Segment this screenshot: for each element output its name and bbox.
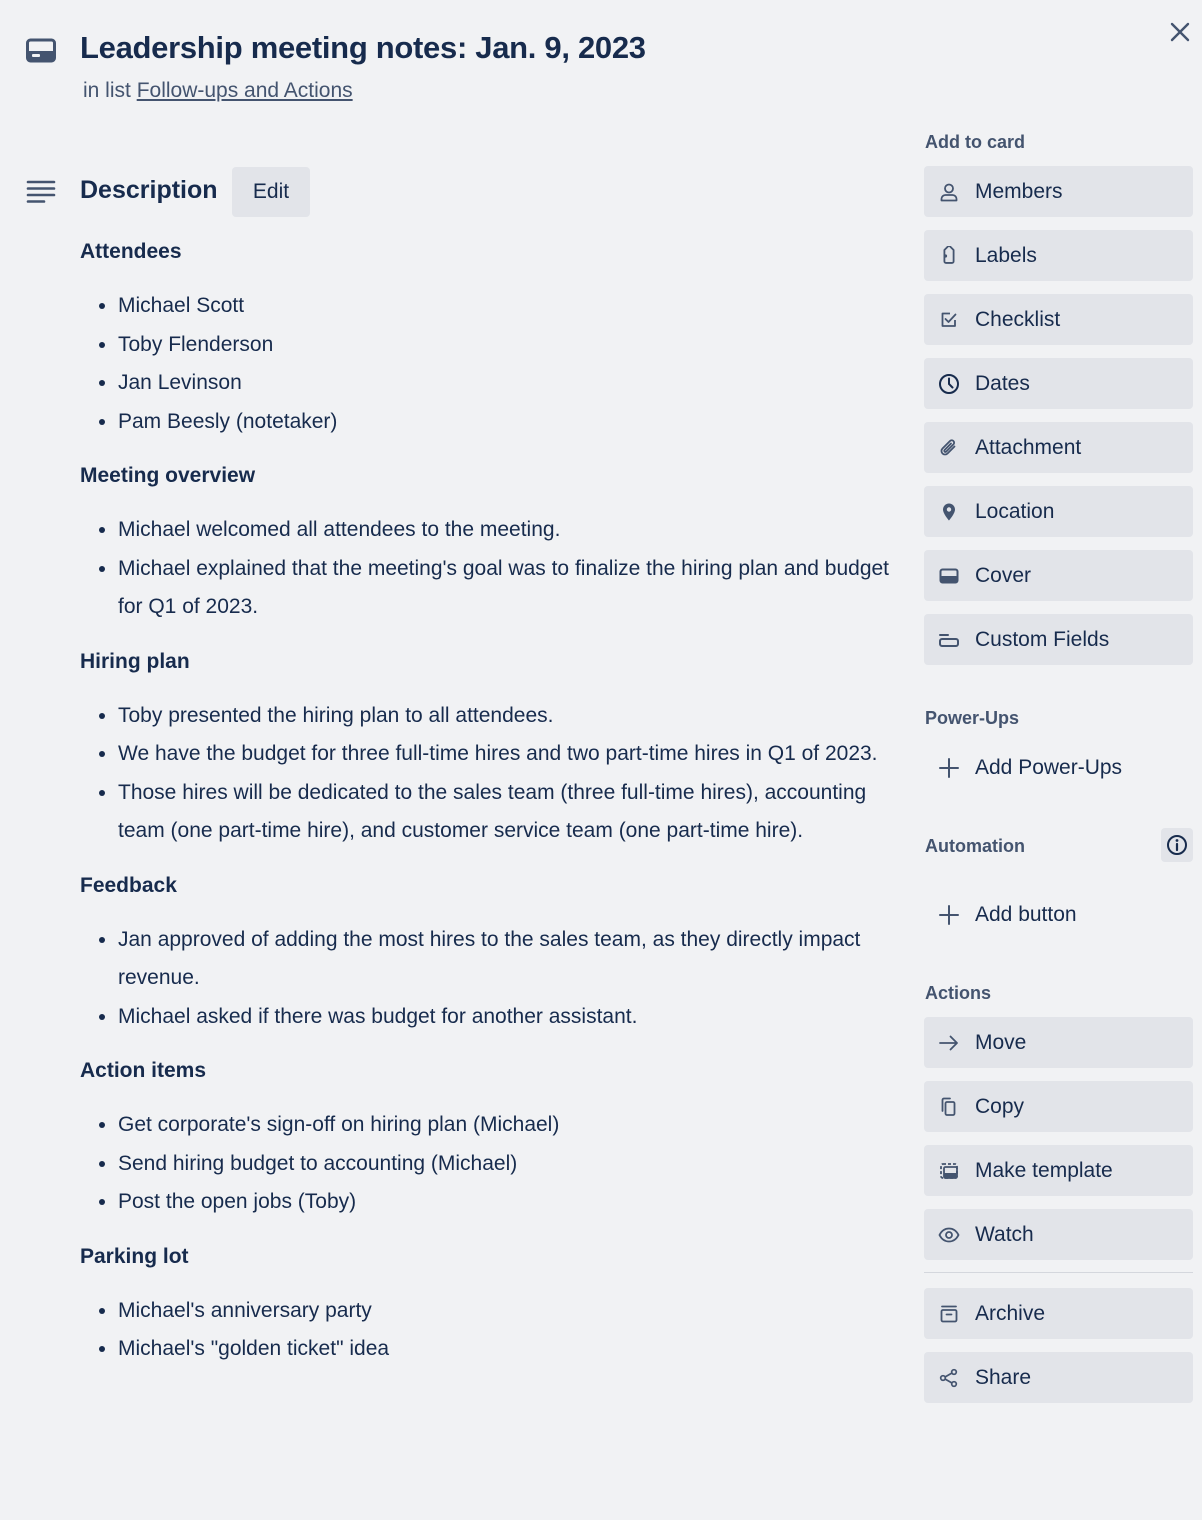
eye-icon <box>938 1224 960 1246</box>
share-icon <box>938 1367 960 1389</box>
checkbox-icon <box>938 309 960 331</box>
list-item: Post the open jobs (Toby) <box>118 1183 910 1222</box>
add-automation-button[interactable]: Add button <box>924 889 1193 940</box>
attachment-button[interactable]: Attachment <box>924 422 1193 473</box>
list-item: Toby presented the hiring plan to all at… <box>118 697 910 736</box>
share-button[interactable]: Share <box>924 1352 1193 1403</box>
automation-heading: Automation <box>925 836 1025 856</box>
description-content[interactable]: Attendees Michael Scott Toby Flenderson … <box>80 236 910 1388</box>
edit-description-button[interactable]: Edit <box>232 167 310 217</box>
checklist-button[interactable]: Checklist <box>924 294 1193 345</box>
list-item: Michael Scott <box>118 287 910 326</box>
location-pin-icon <box>938 501 960 523</box>
section-list: Toby presented the hiring plan to all at… <box>80 697 910 851</box>
list-item: Send hiring budget to accounting (Michae… <box>118 1145 910 1184</box>
add-power-ups-label: Add Power-Ups <box>975 755 1123 779</box>
close-button[interactable] <box>1163 15 1197 49</box>
automation-info-button[interactable] <box>1161 828 1193 862</box>
section-heading: Meeting overview <box>80 464 256 487</box>
list-item: Toby Flenderson <box>118 326 910 365</box>
clock-icon <box>938 373 960 395</box>
section-heading: Hiring plan <box>80 649 190 673</box>
plus-icon <box>938 904 960 926</box>
share-label: Share <box>975 1365 1032 1389</box>
labels-button[interactable]: Labels <box>924 230 1193 281</box>
cover-icon <box>938 565 960 587</box>
watch-button[interactable]: Watch <box>924 1209 1193 1260</box>
cover-button[interactable]: Cover <box>924 550 1193 601</box>
list-item: Get corporate's sign-off on hiring plan … <box>118 1106 910 1145</box>
list-location: in list Follow-ups and Actions <box>83 79 353 103</box>
list-item: Michael's anniversary party <box>118 1292 910 1331</box>
list-link[interactable]: Follow-ups and Actions <box>137 79 353 102</box>
custom-fields-icon <box>938 629 960 651</box>
tag-icon <box>938 245 960 267</box>
section-list: Jan approved of adding the most hires to… <box>80 921 910 1037</box>
move-button[interactable]: Move <box>924 1017 1193 1068</box>
actions-divider <box>924 1272 1193 1273</box>
location-label: Location <box>975 499 1055 523</box>
copy-button[interactable]: Copy <box>924 1081 1193 1132</box>
labels-label: Labels <box>975 243 1037 267</box>
plus-icon <box>938 757 960 779</box>
person-icon <box>938 181 960 203</box>
custom-fields-label: Custom Fields <box>975 627 1110 651</box>
dates-button[interactable]: Dates <box>924 358 1193 409</box>
section-list: Michael welcomed all attendees to the me… <box>80 511 910 627</box>
list-prefix: in list <box>83 79 137 102</box>
make-template-button[interactable]: Make template <box>924 1145 1193 1196</box>
info-icon <box>1166 834 1188 856</box>
make-template-label: Make template <box>975 1158 1113 1182</box>
move-label: Move <box>975 1030 1027 1054</box>
dates-label: Dates <box>975 371 1030 395</box>
archive-icon <box>938 1303 960 1325</box>
archive-label: Archive <box>975 1301 1046 1325</box>
cover-label: Cover <box>975 563 1032 587</box>
list-item: Michael welcomed all attendees to the me… <box>118 511 910 550</box>
paperclip-icon <box>938 437 960 459</box>
list-item: Jan Levinson <box>118 364 910 403</box>
template-icon <box>938 1160 960 1182</box>
list-item: Michael explained that the meeting's goa… <box>118 550 910 627</box>
watch-label: Watch <box>975 1222 1034 1246</box>
copy-icon <box>938 1096 960 1118</box>
members-button[interactable]: Members <box>924 166 1193 217</box>
list-item: Michael asked if there was budget for an… <box>118 998 910 1037</box>
section-heading: Attendees <box>80 240 182 263</box>
list-item: Those hires will be dedicated to the sal… <box>118 774 910 851</box>
section-heading: Feedback <box>80 873 177 897</box>
description-icon <box>26 179 56 205</box>
archive-button[interactable]: Archive <box>924 1288 1193 1339</box>
card-title[interactable]: Leadership meeting notes: Jan. 9, 2023 <box>80 30 646 66</box>
list-item: Michael's "golden ticket" idea <box>118 1330 910 1369</box>
list-item: We have the budget for three full-time h… <box>118 735 910 774</box>
members-label: Members <box>975 179 1063 203</box>
close-icon <box>1169 21 1191 43</box>
list-item: Pam Beesly (notetaker) <box>118 403 910 442</box>
section-list: Michael's anniversary party Michael's "g… <box>80 1292 910 1369</box>
card-icon <box>26 38 56 64</box>
list-item: Jan approved of adding the most hires to… <box>118 921 910 998</box>
location-button[interactable]: Location <box>924 486 1193 537</box>
copy-label: Copy <box>975 1094 1025 1118</box>
section-list: Get corporate's sign-off on hiring plan … <box>80 1106 910 1222</box>
actions-heading: Actions <box>925 983 992 1003</box>
section-list: Michael Scott Toby Flenderson Jan Levins… <box>80 287 910 441</box>
custom-fields-button[interactable]: Custom Fields <box>924 614 1193 665</box>
section-heading: Parking lot <box>80 1244 189 1268</box>
arrow-right-icon <box>938 1032 960 1054</box>
add-button-label: Add button <box>975 902 1077 926</box>
add-power-ups-button[interactable]: Add Power-Ups <box>924 742 1193 793</box>
checklist-label: Checklist <box>975 307 1061 331</box>
description-heading: Description <box>80 176 218 204</box>
add-to-card-heading: Add to card <box>925 132 1026 152</box>
attachment-label: Attachment <box>975 435 1082 459</box>
section-heading: Action items <box>80 1059 207 1082</box>
power-ups-heading: Power-Ups <box>925 708 1020 728</box>
